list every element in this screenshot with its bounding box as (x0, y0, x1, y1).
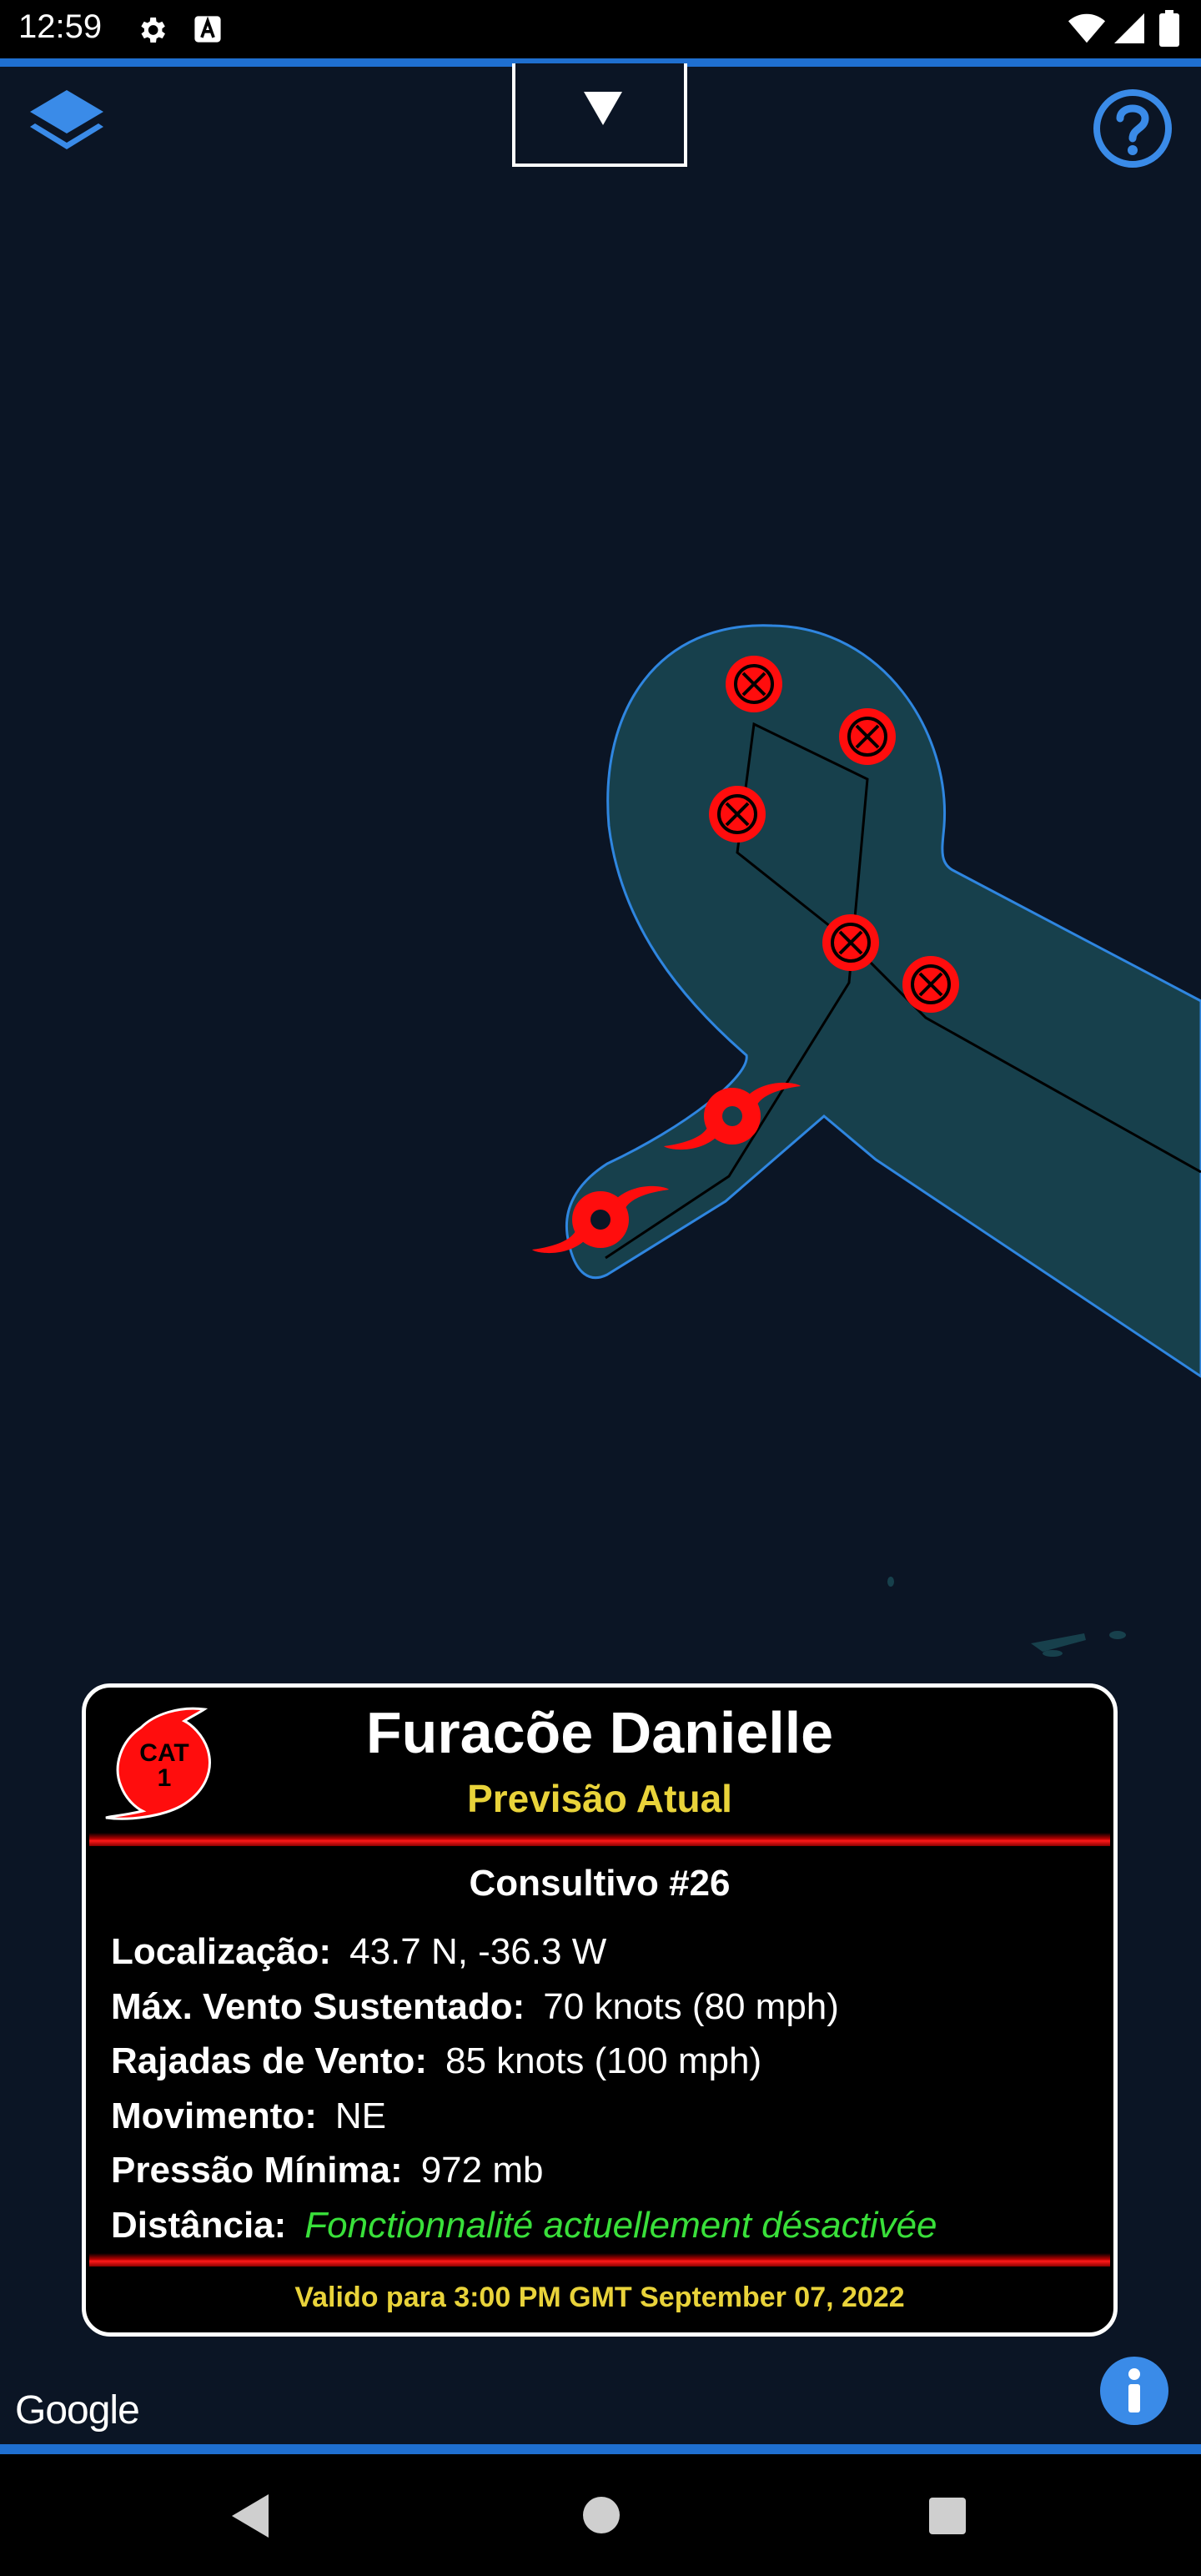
info-icon (1100, 2357, 1168, 2425)
font-a-icon (194, 16, 221, 43)
detail-label: Rajadas de Vento: (111, 2040, 428, 2081)
home-icon[interactable] (582, 2496, 621, 2534)
forecast-point-marker[interactable] (902, 956, 959, 1013)
layers-icon (30, 90, 103, 149)
battery-icon (1159, 10, 1179, 47)
detail-row-gusts: Rajadas de Vento: 85 knots (100 mph) (111, 2034, 937, 2089)
divider (89, 2253, 1110, 2267)
detail-row-movement: Movimento: NE (111, 2089, 937, 2144)
status-time: 12:59 (18, 8, 103, 45)
storm-info-card: CAT 1 Furacõe Danielle Previsão Atual Co… (82, 1683, 1118, 2337)
dropdown-toggle-button[interactable] (512, 63, 687, 167)
forecast-point-marker[interactable] (726, 656, 782, 712)
detail-value: 70 knots (80 mph) (543, 1985, 839, 2027)
layers-button[interactable] (25, 83, 108, 167)
storm-details: Localização: 43.7 N, -36.3 W Máx. Vento S… (111, 1924, 937, 2252)
detail-value: 43.7 N, -36.3 W (349, 1931, 607, 1972)
help-button[interactable] (1091, 87, 1174, 170)
land-specks (887, 1577, 1126, 1657)
detail-row-distance: Distância: Fonctionnalité actuellement dé… (111, 2198, 937, 2253)
forecast-point-marker[interactable] (822, 914, 879, 971)
detail-label: Máx. Vento Sustentado: (111, 1985, 525, 2027)
bottom-accent-line (0, 2444, 1201, 2454)
triangle-down-icon (584, 92, 622, 125)
signal-icon (1114, 13, 1144, 43)
detail-row-location: Localização: 43.7 N, -36.3 W (111, 1924, 937, 1980)
detail-label: Localização: (111, 1931, 332, 1972)
detail-value: Fonctionnalité actuellement désactivée (304, 2204, 937, 2246)
storm-title: Furacõe Danielle (365, 1700, 834, 1765)
divider (89, 1833, 1110, 1846)
advisory-number: Consultivo #26 (469, 1863, 731, 1904)
settings-icon (141, 18, 165, 43)
forecast-subtitle: Previsão Atual (467, 1777, 732, 1820)
navigation-bar (0, 2454, 1201, 2576)
back-icon[interactable] (229, 2493, 270, 2539)
help-icon (1093, 89, 1172, 168)
valid-time: Valido para 3:00 PM GMT September 07, 20… (294, 2282, 905, 2313)
info-button[interactable] (1099, 2356, 1169, 2426)
detail-value: NE (334, 2095, 387, 2136)
recents-icon[interactable] (929, 2498, 966, 2534)
forecast-point-marker[interactable] (839, 708, 896, 765)
detail-label: Distância: (111, 2204, 287, 2246)
status-bar: 12:59 (0, 0, 1201, 58)
detail-value: 85 knots (100 mph) (445, 2040, 762, 2081)
detail-value: 972 mb (420, 2150, 544, 2191)
forecast-point-marker[interactable] (709, 786, 766, 843)
detail-label: Movimento: (111, 2095, 317, 2136)
wifi-icon (1068, 13, 1106, 43)
google-attribution: Google (15, 2388, 140, 2433)
detail-row-pressure: Pressão Mínima: 972 mb (111, 2143, 937, 2198)
detail-label: Pressão Mínima: (111, 2150, 403, 2191)
detail-row-max-wind: Máx. Vento Sustentado: 70 knots (80 mph) (111, 1980, 937, 2035)
